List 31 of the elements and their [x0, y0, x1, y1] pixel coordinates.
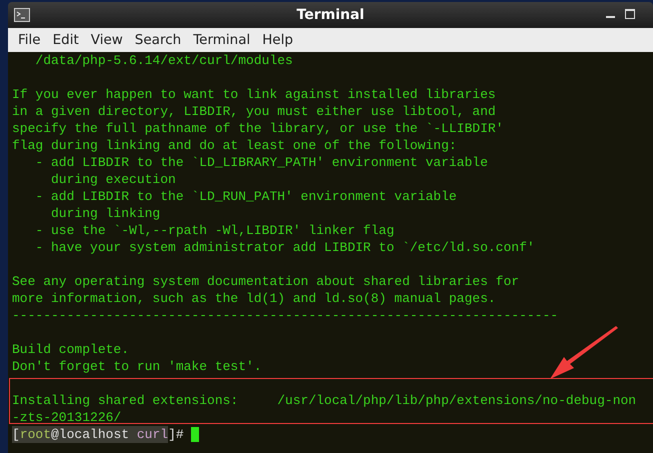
- terminal-line: -zts-20131226/: [12, 410, 122, 425]
- terminal-line: during linking: [50, 206, 160, 221]
- prompt-symbol: ]#: [168, 426, 184, 443]
- terminal-line: If you ever happen to want to link against installed libraries: [12, 87, 496, 102]
- terminal-line: Installing shared extensions: /usr/local/php/lib/php/extensions/no-debug-non: [12, 393, 636, 408]
- terminal-line: Build complete.: [12, 342, 130, 357]
- window-title: Terminal: [296, 6, 364, 24]
- terminal-line: - use the `-Wl,--rpath -Wl,LIBDIR' linker flag: [34, 223, 394, 238]
- terminal-line: ----------------------------------------------------------------------: [12, 308, 558, 323]
- terminal-line: in a given directory, LIBDIR, you must either use libtool, and: [12, 104, 496, 119]
- terminal-line: /data/php-5.6.14/ext/curl/modules: [34, 53, 293, 68]
- terminal-line: more information, such as the ld(1) and ld.so(8) manual pages.: [12, 291, 496, 306]
- shell-prompt: [root@localhost curl: [12, 426, 168, 443]
- menu-item[interactable]: Edit: [46, 30, 85, 50]
- terminal-line: Don't forget to run 'make test'.: [12, 359, 262, 374]
- menu-item[interactable]: View: [84, 30, 129, 50]
- terminal-line: flag during linking and do at least one of the following:: [12, 138, 457, 153]
- terminal-line: specify the full pathname of the library, or use the `-LLIBDIR': [12, 121, 504, 136]
- terminal-line: - add LIBDIR to the `LD_RUN_PATH' environment variable: [34, 189, 457, 204]
- terminal-line: See any operating system documentation about shared libraries for: [12, 274, 520, 289]
- terminal-line: - add LIBDIR to the `LD_LIBRARY_PATH' environment variable: [34, 155, 488, 170]
- minimize-icon[interactable]: [606, 14, 615, 18]
- terminal-icon: [14, 8, 30, 22]
- menu-item[interactable]: Terminal: [187, 30, 256, 50]
- menu-item[interactable]: File: [12, 30, 47, 50]
- menu-item[interactable]: Search: [128, 30, 188, 50]
- menu-item[interactable]: Help: [256, 30, 300, 50]
- text-cursor: [190, 427, 199, 442]
- terminal-line: - have your system administrator add LIBDIR to `/etc/ld.so.conf': [34, 240, 535, 255]
- maximize-icon[interactable]: [625, 9, 635, 19]
- terminal-line: during execution: [50, 172, 176, 187]
